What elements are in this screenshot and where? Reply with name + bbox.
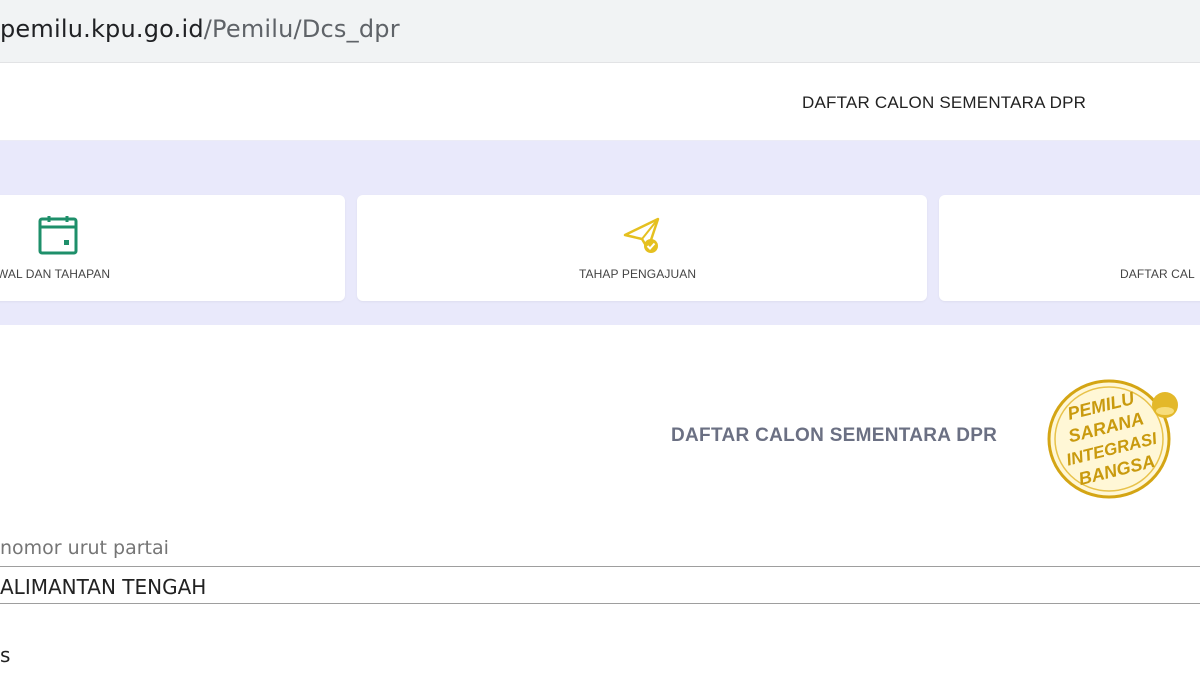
nav-card-label: ADWAL DAN TAHAPAN [0,267,111,281]
dapil-select[interactable]: ALIMANTAN TENGAH [0,566,1200,604]
page-header: DAFTAR CALON SEMENTARA DPR [0,68,1200,141]
next-field-label-fragment: s [0,643,11,667]
nav-card-daftar-calon[interactable]: DAFTAR CAL [939,195,1200,301]
url-path: /Pemilu/Dcs_dpr [203,15,400,43]
nav-card-tahap-pengajuan[interactable]: TAHAP PENGAJUAN [357,195,927,301]
nav-card-jadwal-tahapan[interactable]: ADWAL DAN TAHAPAN [0,195,345,301]
field-label-nomor-urut: nomor urut partai [0,537,169,559]
nav-card-label: TAHAP PENGAJUAN [579,267,697,281]
header-title[interactable]: DAFTAR CALON SEMENTARA DPR [802,93,1086,113]
url-text[interactable]: pemilu.kpu.go.id/Pemilu/Dcs_dpr [0,15,400,43]
pemilu-logo: PEMILU SARANA INTEGRASI BANGSA [1047,379,1178,499]
url-host: pemilu.kpu.go.id [0,15,204,43]
browser-address-bar[interactable]: pemilu.kpu.go.id/Pemilu/Dcs_dpr [0,0,1200,63]
nav-card-label: DAFTAR CAL [1120,267,1195,281]
section-title: DAFTAR CALON SEMENTARA DPR [671,425,998,446]
calendar-icon [38,216,78,255]
dapil-select-value: ALIMANTAN TENGAH [0,575,207,599]
nav-card-band: ADWAL DAN TAHAPAN TAHAP PENGAJUAN DAFTAR… [0,141,1200,325]
paper-plane-check-icon [623,217,660,253]
